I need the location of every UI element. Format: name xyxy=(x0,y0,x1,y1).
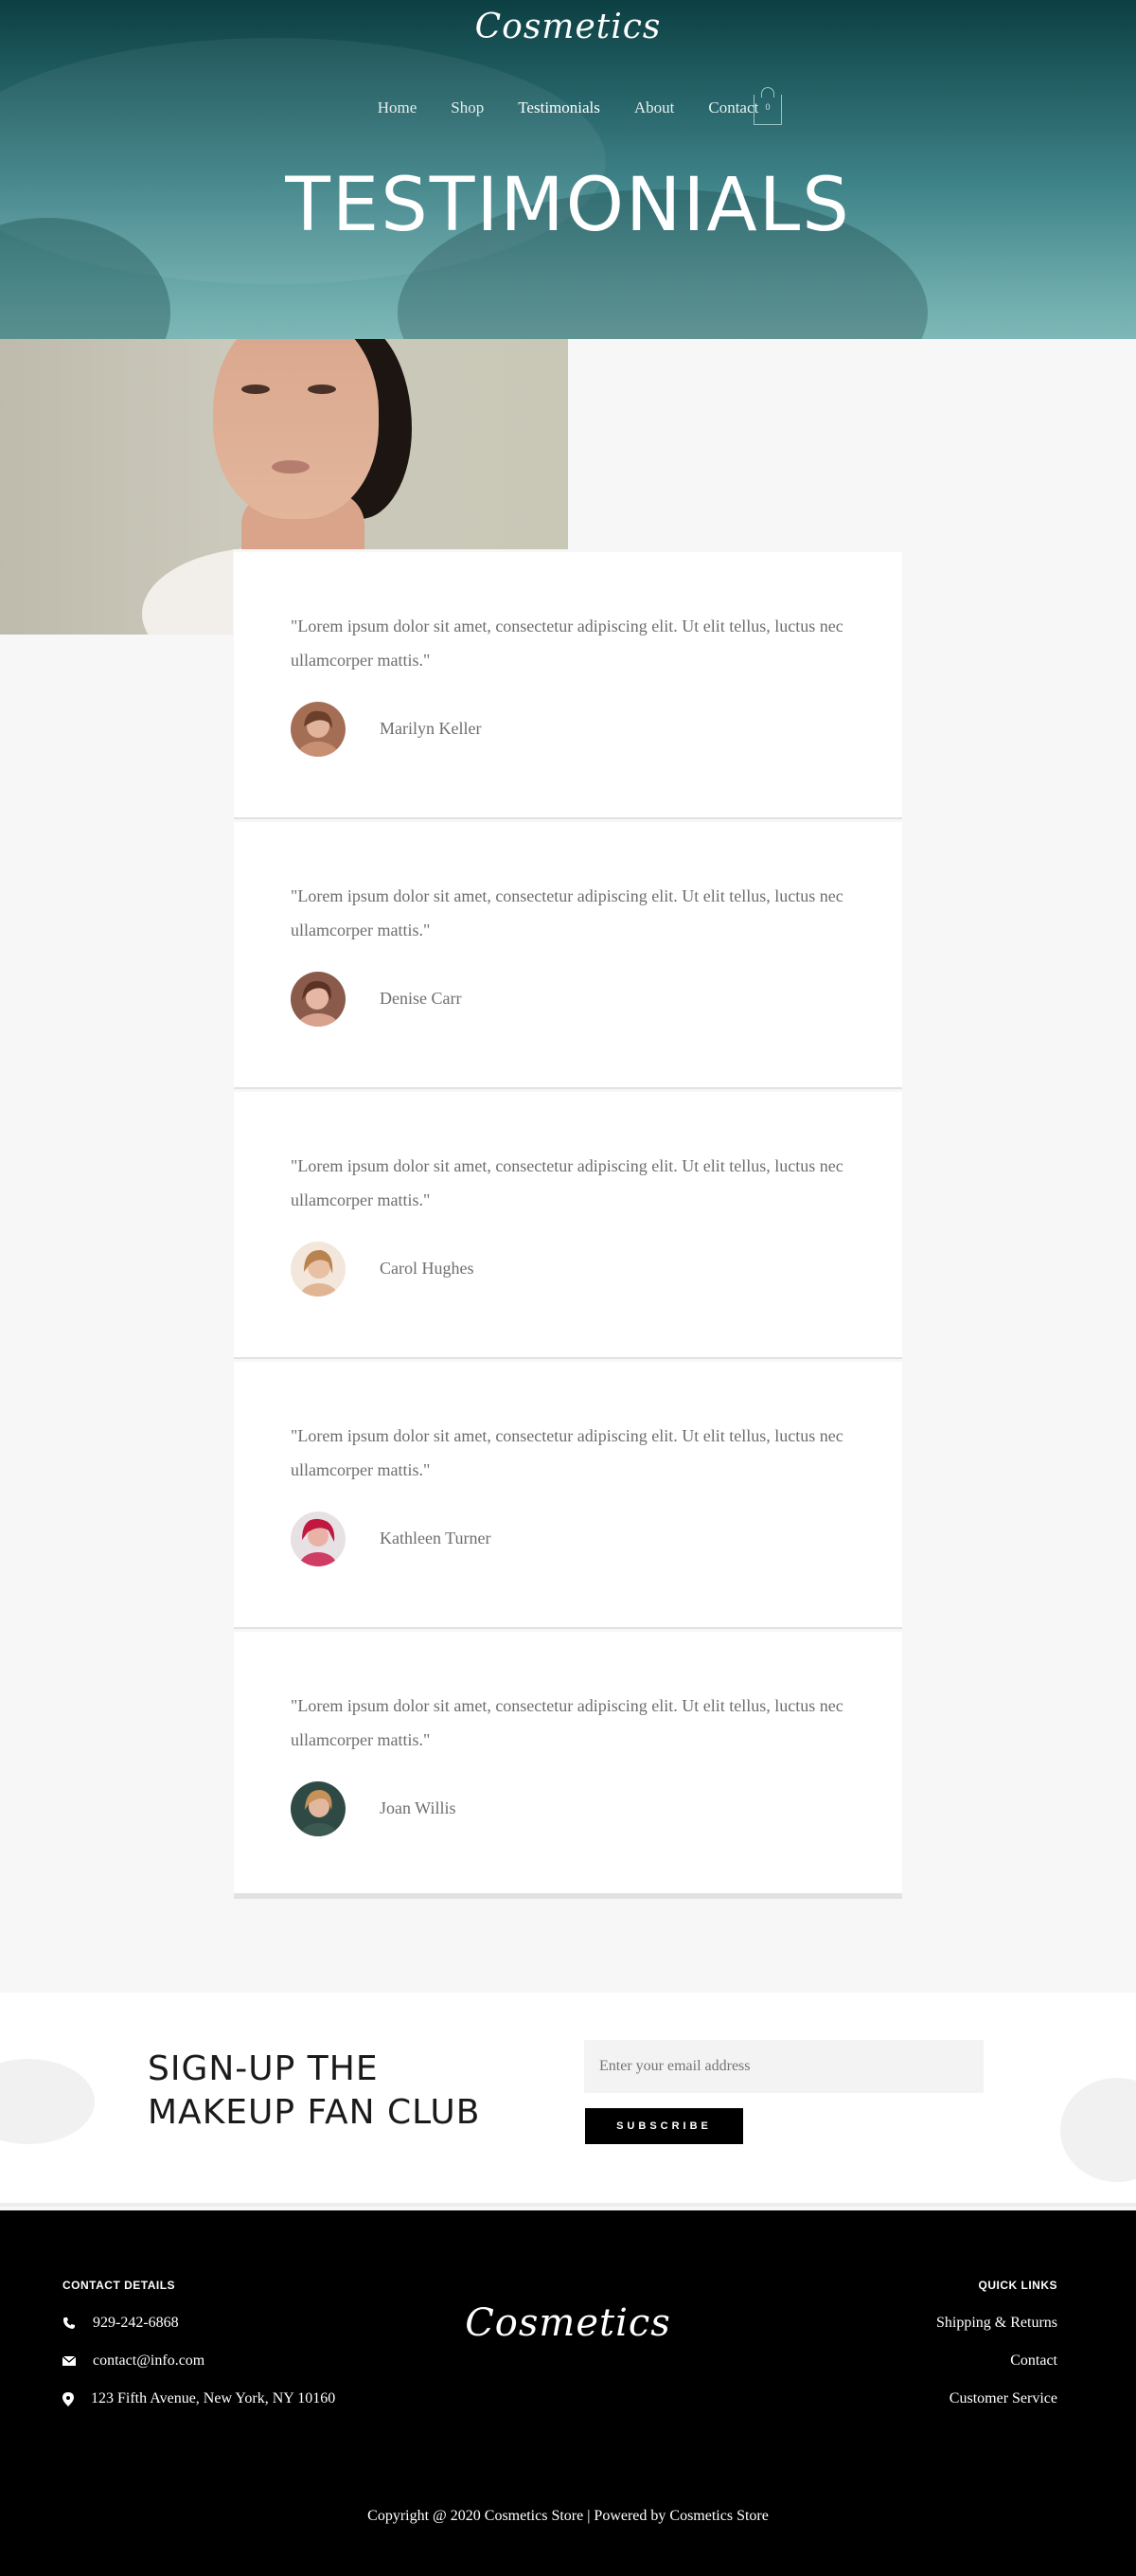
testimonial-quote: "Lorem ipsum dolor sit amet, consectetur… xyxy=(291,1696,843,1749)
subscribe-button[interactable]: SUBSCRIBE xyxy=(585,2108,743,2144)
email-icon xyxy=(62,2355,76,2366)
photo-eye xyxy=(308,385,336,394)
testimonial-card: "Lorem ipsum dolor sit amet, consectetur… xyxy=(234,822,902,1089)
email-address[interactable]: contact@info.com xyxy=(93,2352,204,2370)
testimonial-quote: "Lorem ipsum dolor sit amet, consectetur… xyxy=(291,1426,843,1479)
main-nav: Home Shop Testimonials About Contact xyxy=(0,98,1136,117)
leaf-decoration xyxy=(1060,2078,1136,2182)
nav-shop[interactable]: Shop xyxy=(451,98,484,117)
photo-eye xyxy=(241,385,270,394)
footer-link-contact[interactable]: Contact xyxy=(1010,2352,1057,2370)
testimonial-author: Carol Hughes xyxy=(380,1259,474,1278)
email-field[interactable] xyxy=(584,2040,984,2093)
testimonial-card: "Lorem ipsum dolor sit amet, consectetur… xyxy=(234,1092,902,1359)
testimonial-author: Kathleen Turner xyxy=(380,1529,491,1547)
avatar xyxy=(291,1512,346,1566)
signup-title-line2: MAKEUP FAN CLUB xyxy=(148,2093,481,2132)
cart-icon[interactable]: 0 xyxy=(754,87,782,125)
testimonial-quote: "Lorem ipsum dolor sit amet, consectetur… xyxy=(291,617,843,670)
site-footer: CONTACT DETAILS 929-242-6868 contact@inf… xyxy=(0,2210,1136,2576)
testimonial-author: Denise Carr xyxy=(380,989,462,1008)
leaf-decoration xyxy=(0,2059,95,2144)
footer-link-customer-service[interactable]: Customer Service xyxy=(950,2390,1057,2407)
contact-heading: CONTACT DETAILS xyxy=(62,2279,176,2292)
nav-about[interactable]: About xyxy=(634,98,675,117)
testimonial-author: Joan Willis xyxy=(380,1798,456,1817)
testimonial-quote: "Lorem ipsum dolor sit amet, consectetur… xyxy=(291,886,843,939)
photo-face xyxy=(213,339,379,519)
testimonial-card: "Lorem ipsum dolor sit amet, consectetur… xyxy=(234,1362,902,1629)
footer-link-shipping[interactable]: Shipping & Returns xyxy=(936,2315,1057,2332)
photo-right-fill xyxy=(568,339,1136,549)
photo-lips xyxy=(272,460,310,474)
testimonial-quote: "Lorem ipsum dolor sit amet, consectetur… xyxy=(291,1156,843,1209)
location-pin-icon xyxy=(62,2391,74,2406)
site-logo[interactable]: Cosmetics xyxy=(0,8,1136,46)
signup-title: SIGN-UP THE MAKEUP FAN CLUB xyxy=(148,2048,480,2135)
hero-header: Cosmetics Home Shop Testimonials About C… xyxy=(0,0,1136,339)
avatar xyxy=(291,1242,346,1297)
nav-contact[interactable]: Contact xyxy=(708,98,758,117)
street-address: 123 Fifth Avenue, New York, NY 10160 xyxy=(91,2390,336,2406)
quick-links-heading: QUICK LINKS xyxy=(978,2279,1057,2292)
newsletter-signup: SIGN-UP THE MAKEUP FAN CLUB SUBSCRIBE xyxy=(0,1993,1136,2207)
nav-home[interactable]: Home xyxy=(378,98,417,117)
contact-email: contact@info.com xyxy=(62,2352,204,2370)
nav-testimonials[interactable]: Testimonials xyxy=(518,98,600,117)
testimonial-card: "Lorem ipsum dolor sit amet, consectetur… xyxy=(234,1632,902,1899)
cart-count: 0 xyxy=(765,102,771,112)
avatar xyxy=(291,972,346,1027)
avatar xyxy=(291,702,346,757)
testimonial-author: Marilyn Keller xyxy=(380,719,482,738)
signup-title-line1: SIGN-UP THE xyxy=(148,2049,379,2088)
contact-address: 123 Fifth Avenue, New York, NY 10160 xyxy=(62,2390,335,2407)
page-title: TESTIMONIALS xyxy=(285,163,851,248)
copyright: Copyright @ 2020 Cosmetics Store | Power… xyxy=(367,2508,769,2524)
avatar xyxy=(291,1781,346,1836)
testimonial-card: "Lorem ipsum dolor sit amet, consectetur… xyxy=(234,552,902,819)
